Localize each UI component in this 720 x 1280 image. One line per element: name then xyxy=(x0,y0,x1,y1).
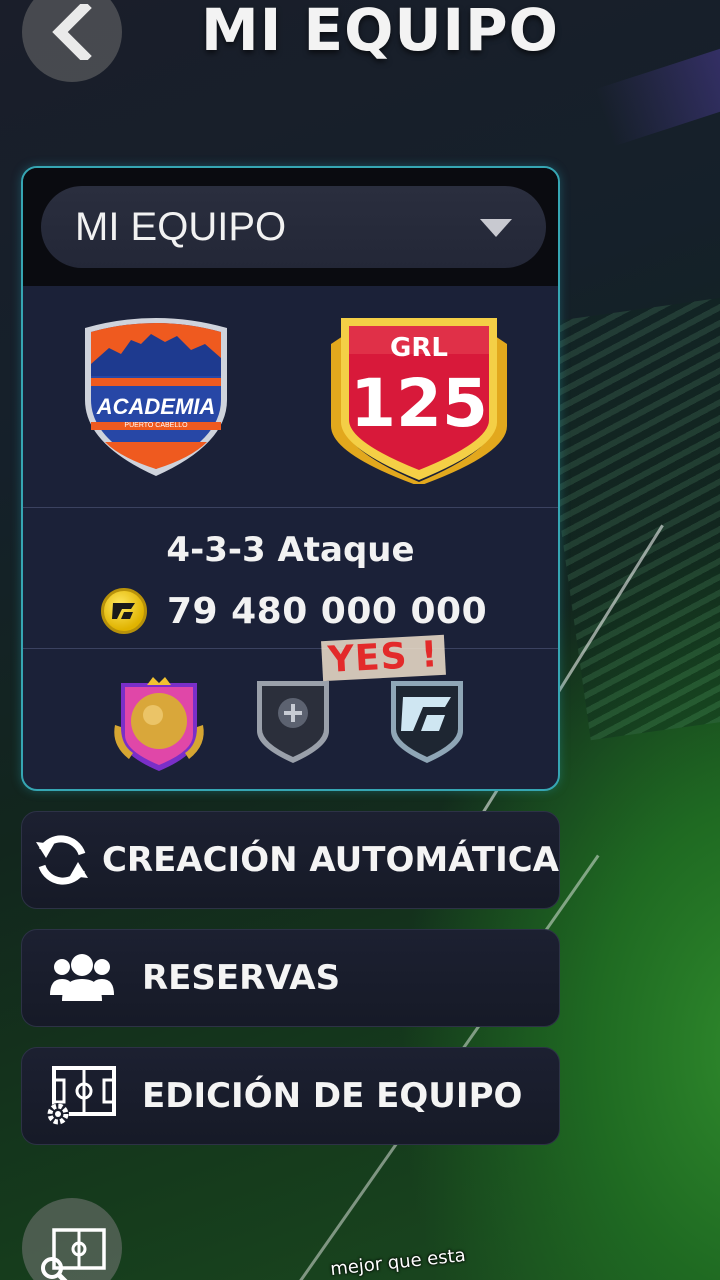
team-edit-label: EDICIÓN DE EQUIPO xyxy=(142,1076,523,1116)
fc-coin-icon xyxy=(101,588,147,634)
team-dropdown-label: MI EQUIPO xyxy=(75,204,287,249)
team-style-badge[interactable] xyxy=(109,675,209,777)
pitch-search-icon xyxy=(41,1228,106,1280)
formation-label: 4-3-3 Ataque xyxy=(166,530,415,570)
rating-label: GRL xyxy=(390,333,448,363)
triangle-down-icon xyxy=(480,219,512,237)
page-title: MI EQUIPO xyxy=(201,0,559,64)
team-card: MI EQUIPO ACADEMIA PUERTO CABELLO GRL 12… xyxy=(21,166,560,791)
auto-create-button[interactable]: CREACIÓN AUTOMÁTICA xyxy=(21,811,560,909)
reserves-button[interactable]: RESERVAS xyxy=(21,929,560,1027)
team-dropdown[interactable]: MI EQUIPO xyxy=(41,186,546,268)
coins-value: 79 480 000 000 xyxy=(167,590,488,632)
club-crest[interactable]: ACADEMIA PUERTO CABELLO xyxy=(81,314,231,484)
group-icon xyxy=(50,954,114,1001)
auto-create-label: CREACIÓN AUTOMÁTICA xyxy=(101,840,559,880)
reserves-label: RESERVAS xyxy=(142,958,341,998)
pitch-gear-icon xyxy=(47,1066,116,1125)
team-rating-badge: GRL 125 xyxy=(329,314,509,488)
refresh-icon xyxy=(35,835,88,885)
chevron-left-icon xyxy=(52,4,92,60)
add-slot-button[interactable] xyxy=(253,675,333,769)
team-edit-button[interactable]: EDICIÓN DE EQUIPO xyxy=(21,1047,560,1145)
club-subtitle: PUERTO CABELLO xyxy=(124,422,188,429)
fc-emblem-badge[interactable] xyxy=(387,675,467,769)
yes-sticker: YES ! xyxy=(321,634,446,682)
rating-value: 125 xyxy=(350,365,488,442)
club-name: ACADEMIA xyxy=(96,394,216,419)
